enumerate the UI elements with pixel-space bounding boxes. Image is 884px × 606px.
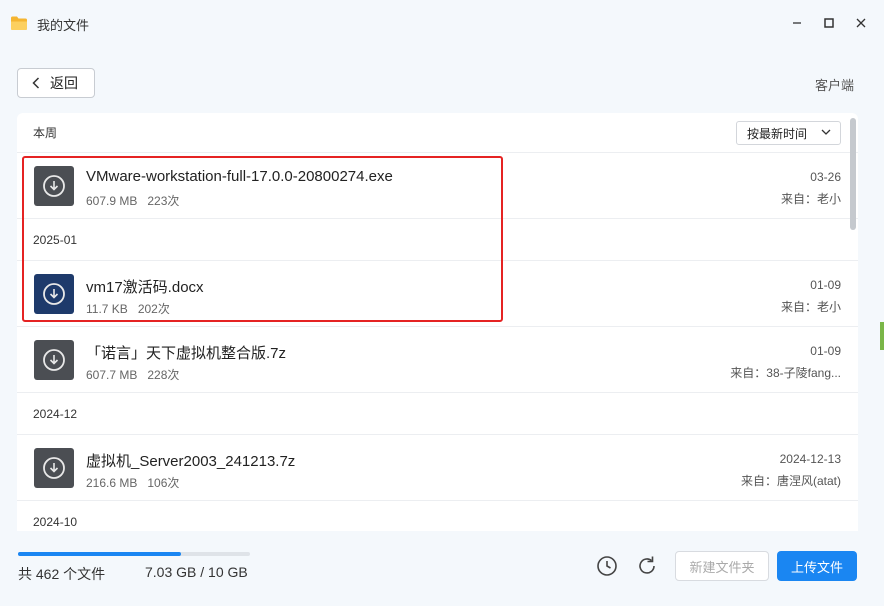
file-size: 11.7 KB: [86, 302, 128, 316]
download-count: 106次: [147, 476, 180, 490]
maximize-button[interactable]: [818, 12, 840, 34]
window-title: 我的文件: [37, 18, 90, 33]
file-name: 「诺言」天下虚拟机整合版.7z: [86, 345, 287, 362]
back-button[interactable]: 返回: [17, 68, 95, 98]
file-row[interactable]: vm17激活码.docx 11.7 KB 202次 01-09 来自：老小: [17, 261, 858, 327]
footer-bar: 共 462 个文件 7.03 GB / 10 GB 新建文件夹 上传文件: [0, 531, 884, 606]
storage-quota-text: 7.03 GB / 10 GB: [145, 564, 248, 580]
file-meta: 216.6 MB 106次: [86, 474, 179, 491]
file-size: 607.9 MB: [86, 194, 138, 208]
file-source: 来自：38-子陵fang...: [730, 366, 841, 380]
background-window-edge: [880, 322, 884, 350]
client-link[interactable]: 客户端: [815, 75, 854, 94]
file-meta: 607.7 MB 228次: [86, 366, 179, 383]
scrollbar-thumb[interactable]: [850, 118, 856, 230]
file-name: vm17激活码.docx: [86, 279, 204, 296]
file-size: 607.7 MB: [86, 368, 138, 382]
group-label: 2024-12: [17, 393, 858, 435]
sort-dropdown[interactable]: 按最新时间: [736, 121, 841, 145]
file-meta: 607.9 MB 223次: [86, 192, 179, 209]
upload-button[interactable]: 上传文件: [777, 551, 857, 581]
file-meta: 11.7 KB 202次: [86, 300, 170, 317]
file-size: 216.6 MB: [86, 476, 138, 490]
file-date: 03-26: [810, 170, 841, 184]
file-name: 虚拟机_Server2003_241213.7z: [86, 453, 296, 470]
storage-quota-bar: [18, 552, 250, 556]
section-header: 本周 按最新时间: [17, 113, 858, 153]
maximize-icon: [824, 18, 834, 28]
sort-label: 按最新时间: [747, 126, 808, 141]
file-type-icon: [34, 340, 74, 380]
file-source: 来自：唐涅风(atat): [740, 474, 841, 488]
folder-icon: [11, 16, 27, 30]
close-button[interactable]: [850, 12, 872, 34]
download-count: 223次: [147, 194, 180, 208]
file-type-icon: [34, 274, 74, 314]
chevron-left-icon: [32, 77, 40, 89]
file-source: 来自：老小: [780, 300, 841, 314]
file-count: 共 462 个文件: [18, 566, 106, 582]
history-icon[interactable]: [595, 554, 619, 578]
refresh-icon[interactable]: [635, 554, 659, 578]
file-type-icon: [34, 448, 74, 488]
download-icon: [43, 349, 65, 371]
file-name: VMware-workstation-full-17.0.0-20800274.…: [86, 168, 393, 185]
file-row[interactable]: 「诺言」天下虚拟机整合版.7z 607.7 MB 228次 01-09 来自：38…: [17, 327, 858, 393]
chevron-down-icon: [821, 129, 831, 135]
file-list-panel: 本周 按最新时间 VMware-workstation-full-17.0.0-…: [17, 113, 858, 531]
download-count: 202次: [137, 302, 170, 316]
download-count: 228次: [147, 368, 180, 382]
section-title: 本周: [33, 126, 58, 140]
back-label: 返回: [50, 75, 78, 91]
download-icon: [43, 175, 65, 197]
group-label: 2025-01: [17, 219, 858, 261]
minimize-button[interactable]: [786, 12, 808, 34]
file-source: 来自：老小: [780, 192, 841, 206]
file-row[interactable]: VMware-workstation-full-17.0.0-20800274.…: [17, 153, 858, 219]
title-bar: 我的文件: [0, 0, 884, 48]
file-date: 01-09: [810, 278, 841, 292]
minimize-icon: [793, 22, 801, 24]
group-label: 2024-10: [17, 501, 858, 531]
file-row[interactable]: 虚拟机_Server2003_241213.7z 216.6 MB 106次 20…: [17, 435, 858, 501]
file-date: 2024-12-13: [779, 452, 841, 466]
download-icon: [43, 283, 65, 305]
download-icon: [43, 457, 65, 479]
storage-quota-fill: [18, 552, 182, 556]
close-icon: [856, 18, 866, 28]
file-date: 01-09: [810, 344, 841, 358]
file-type-icon: [34, 166, 74, 206]
new-folder-button[interactable]: 新建文件夹: [675, 551, 769, 581]
